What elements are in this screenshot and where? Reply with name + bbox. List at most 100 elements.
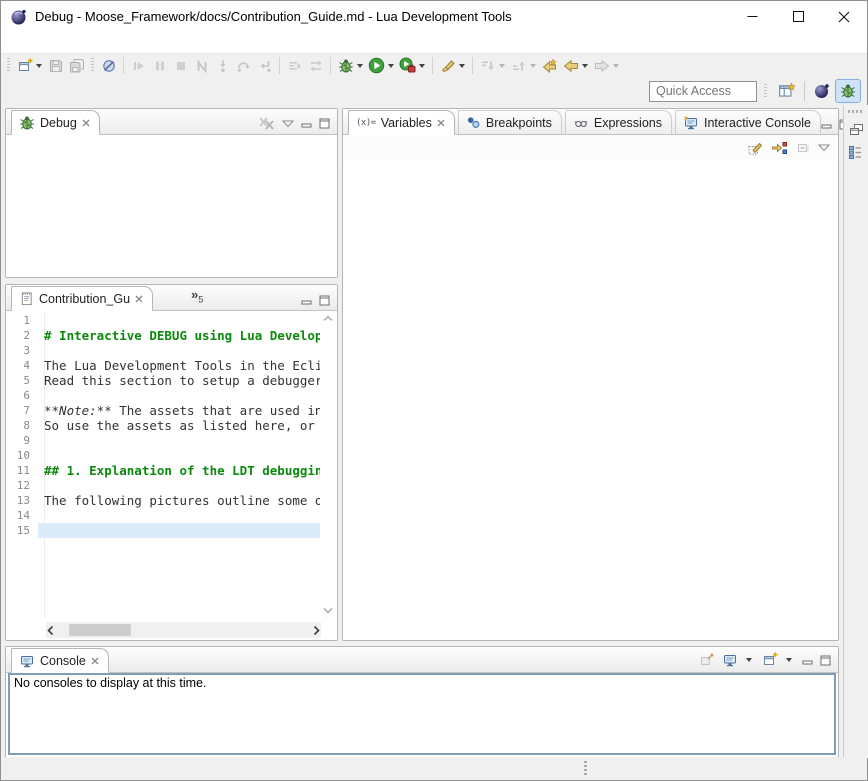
tab-console[interactable]: Console — [11, 648, 109, 673]
lua-perspective-icon[interactable] — [809, 79, 835, 103]
close-icon[interactable] — [82, 119, 90, 127]
scroll-up-icon[interactable] — [323, 315, 333, 322]
editor-line[interactable]: 12 — [6, 478, 320, 493]
maximize-icon[interactable] — [820, 655, 831, 666]
line-number[interactable]: 11 — [6, 463, 38, 478]
disconnect-icon — [191, 55, 212, 76]
save-all-icon[interactable] — [66, 55, 87, 76]
minimize-icon[interactable] — [821, 119, 832, 130]
minimize-icon[interactable] — [802, 655, 813, 666]
open-console-icon[interactable] — [762, 652, 778, 668]
minimize-icon[interactable] — [301, 118, 312, 129]
line-number[interactable]: 15 — [6, 523, 38, 538]
mark-occurrences-icon[interactable] — [437, 55, 458, 76]
window-minimize-icon[interactable] — [729, 1, 775, 32]
editor-lines[interactable]: 1 2 # Interactive DEBUG using Lua Develo… — [6, 311, 320, 618]
editor-line[interactable]: 13 The following pictures outline some o — [6, 493, 320, 508]
run-dropdown-icon[interactable] — [388, 64, 394, 68]
editor-line[interactable]: 10 — [6, 448, 320, 463]
editor-line[interactable]: 2 # Interactive DEBUG using Lua Develop — [6, 328, 320, 343]
editor-line[interactable]: 11 ## 1. Explanation of the LDT debuggin — [6, 463, 320, 478]
editor-line[interactable]: 8 So use the assets as listed here, or — [6, 418, 320, 433]
restore-view-icon[interactable] — [849, 122, 864, 136]
skip-all-breakpoints-icon[interactable] — [98, 55, 119, 76]
close-icon[interactable] — [91, 657, 99, 665]
close-icon[interactable] — [437, 119, 445, 127]
quick-access-input[interactable] — [649, 81, 757, 102]
window-title: Debug - Moose_Framework/docs/Contributio… — [35, 9, 512, 24]
maximize-icon[interactable] — [319, 118, 330, 129]
save-icon[interactable] — [45, 55, 66, 76]
line-number[interactable]: 14 — [6, 508, 38, 523]
view-menu-icon[interactable] — [282, 120, 294, 128]
debug-icon[interactable] — [335, 55, 356, 76]
scroll-left-icon[interactable] — [46, 625, 55, 636]
line-number[interactable]: 6 — [6, 388, 38, 403]
line-number[interactable]: 12 — [6, 478, 38, 493]
editor-line[interactable]: 15 — [6, 523, 320, 538]
line-number[interactable]: 10 — [6, 448, 38, 463]
perspective-separator — [804, 81, 805, 101]
window-close-icon[interactable] — [821, 1, 867, 32]
editor-line[interactable]: 3 — [6, 343, 320, 358]
line-number[interactable]: 4 — [6, 358, 38, 373]
horizontal-scrollbar[interactable] — [46, 622, 321, 638]
window-maximize-icon[interactable] — [775, 1, 821, 32]
external-tools-icon[interactable] — [397, 55, 418, 76]
back-icon[interactable] — [560, 55, 581, 76]
line-number[interactable]: 7 — [6, 403, 38, 418]
view-menu-icon[interactable] — [818, 144, 830, 152]
new-wizard-icon[interactable] — [14, 55, 35, 76]
editor-content[interactable]: 1 2 # Interactive DEBUG using Lua Develo… — [6, 311, 337, 640]
tab-contribution-guide[interactable]: Contribution_Gu — [11, 286, 153, 311]
editor-line[interactable]: 6 — [6, 388, 320, 403]
external-tools-dropdown-icon[interactable] — [419, 64, 425, 68]
last-edit-location-icon[interactable] — [539, 55, 560, 76]
line-number[interactable]: 13 — [6, 493, 38, 508]
scroll-down-icon[interactable] — [323, 607, 333, 614]
tab-interactive-console[interactable]: Interactive Console — [675, 110, 821, 134]
line-number[interactable]: 9 — [6, 433, 38, 448]
mark-occurrences-dropdown-icon[interactable] — [459, 64, 465, 68]
tab-debug[interactable]: Debug — [11, 110, 100, 135]
debug-dropdown-icon[interactable] — [357, 64, 363, 68]
line-number[interactable]: 3 — [6, 343, 38, 358]
minimize-icon[interactable] — [301, 295, 312, 306]
debug-perspective-icon[interactable] — [835, 79, 861, 103]
scrollbar-track[interactable] — [55, 622, 312, 638]
scroll-right-icon[interactable] — [312, 625, 321, 636]
debug-view-content[interactable] — [6, 135, 337, 277]
new-dropdown-icon[interactable] — [36, 64, 42, 68]
status-drag-handle[interactable] — [584, 761, 587, 775]
next-annotation-dropdown-icon — [499, 64, 505, 68]
run-icon[interactable] — [366, 55, 387, 76]
editor-line[interactable]: 7 **Note:** The assets that are used in — [6, 403, 320, 418]
trim-drag-handle[interactable] — [848, 110, 864, 113]
line-number[interactable]: 8 — [6, 418, 38, 433]
open-console-dropdown-icon[interactable] — [786, 658, 792, 662]
show-type-names-icon[interactable] — [747, 140, 764, 156]
line-number[interactable]: 5 — [6, 373, 38, 388]
editor-line[interactable]: 9 — [6, 433, 320, 448]
line-number[interactable]: 2 — [6, 328, 38, 343]
maximize-icon[interactable] — [319, 295, 330, 306]
display-selected-console-icon[interactable] — [722, 652, 738, 668]
open-perspective-icon[interactable] — [774, 79, 800, 103]
variables-view-content[interactable] — [343, 161, 838, 640]
outline-view-icon[interactable] — [848, 145, 864, 160]
back-dropdown-icon[interactable] — [582, 64, 588, 68]
hidden-editors-chevron[interactable]: »5 — [191, 287, 203, 305]
editor-line[interactable]: 4 The Lua Development Tools in the Ecli — [6, 358, 320, 373]
editor-line[interactable]: 14 — [6, 508, 320, 523]
show-logical-structures-icon[interactable] — [771, 140, 788, 156]
display-console-dropdown-icon[interactable] — [746, 658, 752, 662]
tab-expressions[interactable]: Expressions — [565, 110, 672, 134]
tab-variables[interactable]: (x)= Variables — [348, 110, 455, 135]
line-number[interactable]: 1 — [6, 313, 38, 328]
editor-line[interactable]: 1 — [6, 313, 320, 328]
tab-breakpoints[interactable]: Breakpoints — [458, 110, 562, 134]
close-icon[interactable] — [135, 295, 143, 303]
editor-line[interactable]: 5 Read this section to setup a debugger — [6, 373, 320, 388]
console-content[interactable]: No consoles to display at this time. — [8, 673, 836, 755]
scrollbar-thumb[interactable] — [69, 624, 131, 636]
